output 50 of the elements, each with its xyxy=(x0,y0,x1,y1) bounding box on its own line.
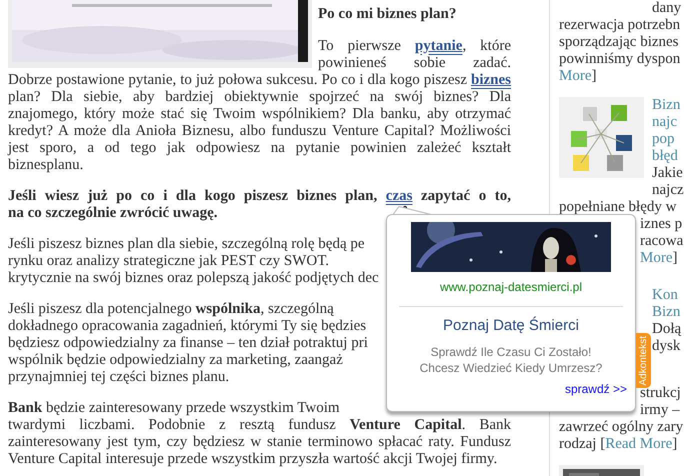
ad-url[interactable]: www.poznaj-datesmierci.pl xyxy=(440,280,582,294)
paragraph: przynajmniej tej części biznes planu. xyxy=(8,369,230,386)
post-title-line[interactable]: błęd xyxy=(652,148,678,165)
ad-description: Chcesz Wiedzieć Kiedy Umrzesz? xyxy=(420,360,602,376)
read-more-link[interactable]: More xyxy=(559,68,592,84)
link[interactable]: biznes xyxy=(470,72,511,88)
excerpt-line: najcz xyxy=(652,182,684,199)
paragraph-line: krytycznie na swój biznes oraz polepszą jakość podjętych dec xyxy=(8,270,379,287)
excerpt-line: Dołą xyxy=(652,321,682,338)
paragraph-line: Bank będzie zainteresowany przede wszystkim Twoim xyxy=(8,400,340,417)
paragraph-line: na co szczególnie zwrócić uwagę. xyxy=(8,205,218,222)
paragraph-line: dokładnego opracowania zagadnień, którymi Ty się będzies xyxy=(8,318,366,335)
excerpt-line: rezerwacja potrzebn xyxy=(559,17,680,34)
excerpt-line: iznes p xyxy=(640,216,682,233)
paragraph-line: będziesz odpowiedzialny za finanse – ten dział potraktuj pri xyxy=(8,335,368,352)
excerpt-line: Jakie xyxy=(652,165,683,182)
paragraph-line: Jeśli wiesz już po co i dla kogo piszesz biznes plan, czas zapytać o to, xyxy=(8,188,511,205)
heading: Po co mi biznes plan? xyxy=(317,6,458,23)
post-title-line[interactable]: najc xyxy=(652,114,677,131)
link[interactable]: pytanie xyxy=(414,38,462,54)
paragraph-line: Jeśli piszesz dla potencjalnego wspólnika, szczególną xyxy=(8,301,334,318)
bracket: ] xyxy=(672,250,678,266)
paragraph: To pierwsze pytanie, które powinieneś sobie zadać. Dobrze postawione pytanie, to już połowa sukcesu. Po co i dla kogo piszesz biznes plan? Dla siebie, aby bardziej obiektywnie spojrzeć na swój biznes? Dla znajomego, który może stać się Twoim wspólnikiem? Dla banku, aby otrzymać kredyt? A może dla Anioła Biznesu, albo funduszu Venture Capital? Możliwości jest sporo, a od tego jak odpowiesz na pytanie powinien zależeć kształt biznesplanu. xyxy=(8,38,511,174)
excerpt-line: popełniane błędy w xyxy=(559,199,676,216)
excerpt-line: powinniśmy dyspon xyxy=(559,51,680,68)
adkontekst-tab[interactable]: Adkontekst xyxy=(636,333,651,388)
post-title-line[interactable]: Bizn xyxy=(652,97,680,114)
paragraph: twardymi liczbami. Podobnie z resztą fundusz Venture Capital. Bank zainteresowany jest tym, czy będziesz w stanie terminowo spłacać raty. Fundusz Venture Capital interesuje przede wszystkim przyszła wartość akcji Twojej firmy. xyxy=(8,417,511,468)
paragraph-line: Jeśli piszesz biznes plan dla siebie, szczególną rolę będą pe xyxy=(8,236,365,253)
excerpt-line: zawrzeć ogólny zary xyxy=(559,419,684,436)
excerpt-line: irmy – xyxy=(640,402,680,419)
read-more-link[interactable]: Read More xyxy=(605,436,672,452)
post-title-line[interactable]: Bizn xyxy=(652,304,680,321)
excerpt-line: strukcj xyxy=(640,385,681,402)
bracket: ] xyxy=(672,436,678,452)
paragraph-line: wspólnik będzie odpowiedzialny za marketing, zaangaż xyxy=(8,352,343,369)
excerpt-line: dysk xyxy=(652,338,680,355)
post-title-line[interactable]: Kon xyxy=(652,287,678,304)
excerpt-line: racowa xyxy=(640,233,684,250)
post-title-line[interactable]: pop xyxy=(652,131,674,148)
bracket: ] xyxy=(592,68,596,84)
paragraph-line: rynku oraz analizy strategiczne jak PEST czy SWOT. xyxy=(8,253,329,270)
excerpt-line: sporządzając biznes xyxy=(559,34,679,51)
excerpt-line: dany xyxy=(652,0,682,17)
link[interactable]: czas xyxy=(386,188,412,204)
check-link[interactable]: sprawdź >> xyxy=(564,382,627,396)
excerpt-line: rodzaj [ xyxy=(559,436,606,452)
ad-description: Sprawdź Ile Czasu Ci Zostało! xyxy=(430,344,592,360)
read-more-link[interactable]: More xyxy=(640,250,672,266)
ad-title[interactable]: Poznaj Datę Śmierci xyxy=(443,317,579,334)
